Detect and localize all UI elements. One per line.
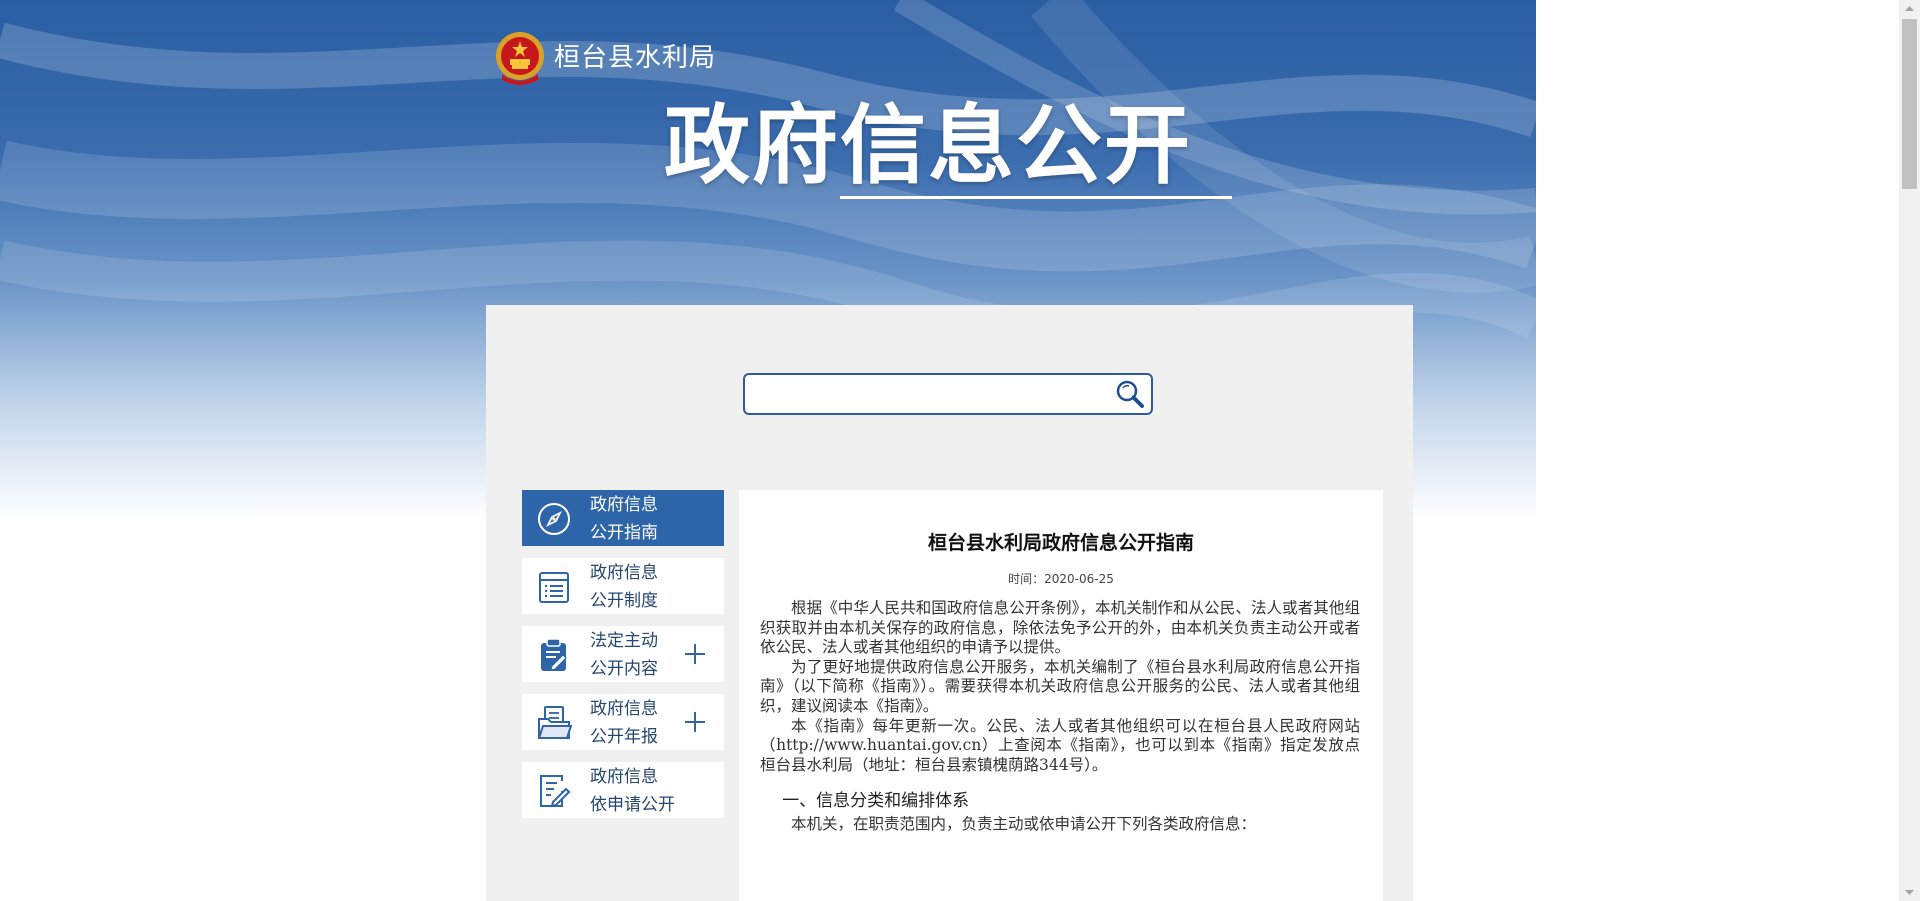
sidebar-item-label-line2: 公开指南 bbox=[590, 523, 658, 543]
sidebar-item-label-line1: 政府信息 bbox=[590, 495, 658, 515]
scroll-up-arrow-icon[interactable] bbox=[1899, 0, 1920, 17]
form-pen-icon bbox=[540, 775, 571, 808]
search-button[interactable] bbox=[1113, 378, 1147, 410]
sidebar-item-label-line1: 政府信息 bbox=[590, 699, 658, 719]
sidebar-item-label: 政府信息 公开指南 bbox=[590, 491, 690, 547]
search-box bbox=[743, 373, 1153, 415]
article-date-row: 时间：2020-06-25 bbox=[739, 570, 1383, 587]
sidebar-item-label-line1: 政府信息 bbox=[590, 563, 658, 583]
article-paragraph: 本机关，在职责范围内，负责主动或依申请公开下列各类政府信息： bbox=[791, 815, 1257, 834]
article-card: 桓台县水利局政府信息公开指南 时间：2020-06-25 根据《中华人民共和国政… bbox=[739, 490, 1383, 901]
sidebar-item-label-line2: 依申请公开 bbox=[590, 795, 675, 815]
national-emblem-logo bbox=[496, 32, 544, 85]
sidebar-item-label: 法定主动 公开内容 bbox=[590, 627, 690, 683]
article-date-label: 时间： bbox=[1008, 572, 1045, 586]
scrollbar-thumb[interactable] bbox=[1902, 19, 1917, 189]
article-title: 桓台县水利局政府信息公开指南 bbox=[927, 532, 1194, 554]
sidebar-item-statutory-content[interactable]: 法定主动 公开内容 bbox=[522, 626, 724, 682]
article-date: 2020-06-25 bbox=[1044, 572, 1114, 586]
sidebar-item-label: 政府信息 公开制度 bbox=[590, 559, 690, 615]
sidebar-item-label-line1: 政府信息 bbox=[590, 767, 658, 787]
sidebar-menu: 政府信息 公开指南 政府信息 公开制度 法定主动 公开内容 政府信息 公开年报 … bbox=[522, 490, 724, 830]
article-paragraph: 为了更好地提供政府信息公开服务，本机关编制了《桓台县水利局政府信息公开指南》（以… bbox=[760, 657, 1360, 715]
department-name: 桓台县水利局 bbox=[554, 43, 717, 73]
list-document-icon bbox=[539, 572, 569, 603]
sidebar-item-apply-disclosure[interactable]: 政府信息 依申请公开 bbox=[522, 762, 724, 818]
article-paragraph: 根据《中华人民共和国政府信息公开条例》，本机关制作和从公民、法人或者其他组织获取… bbox=[760, 599, 1360, 657]
search-input[interactable] bbox=[753, 379, 1107, 411]
compass-icon bbox=[538, 503, 570, 535]
sidebar-item-label: 政府信息 依申请公开 bbox=[590, 763, 690, 819]
sidebar-item-disclosure-rules[interactable]: 政府信息 公开制度 bbox=[522, 558, 724, 614]
title-underline bbox=[840, 196, 1232, 199]
sidebar-item-label-line2: 公开制度 bbox=[590, 591, 658, 611]
expand-plus-icon[interactable] bbox=[684, 711, 706, 733]
expand-plus-icon[interactable] bbox=[684, 643, 706, 665]
main-panel: 政府信息 公开指南 政府信息 公开制度 法定主动 公开内容 政府信息 公开年报 … bbox=[486, 305, 1413, 901]
article-body: 根据《中华人民共和国政府信息公开条例》，本机关制作和从公民、法人或者其他组织获取… bbox=[760, 599, 1360, 835]
clipboard-edit-icon bbox=[541, 638, 567, 671]
page-title: 政府信息公开 bbox=[664, 96, 1192, 196]
section-heading: 一、信息分类和编排体系 bbox=[782, 791, 970, 812]
sidebar-item-label-line1: 法定主动 bbox=[590, 631, 658, 651]
vertical-scrollbar[interactable] bbox=[1899, 0, 1920, 901]
sidebar-item-annual-report[interactable]: 政府信息 公开年报 bbox=[522, 694, 724, 750]
magnifier-icon bbox=[1116, 380, 1144, 408]
page-viewport: 桓台县水利局 政府信息公开 政府信息 公开指南 政府信息 公开制度 法定主动 公… bbox=[0, 0, 1899, 901]
sidebar-item-label: 政府信息 公开年报 bbox=[590, 695, 690, 751]
sidebar-item-disclosure-guide[interactable]: 政府信息 公开指南 bbox=[522, 490, 724, 546]
article-paragraph: 本《指南》每年更新一次。公民、法人或者其他组织可以在桓台县人民政府网站（http… bbox=[760, 716, 1360, 774]
folder-document-icon bbox=[537, 706, 572, 739]
scroll-down-arrow-icon[interactable] bbox=[1899, 884, 1920, 901]
sidebar-item-label-line2: 公开内容 bbox=[590, 659, 658, 679]
sidebar-item-label-line2: 公开年报 bbox=[590, 727, 658, 747]
